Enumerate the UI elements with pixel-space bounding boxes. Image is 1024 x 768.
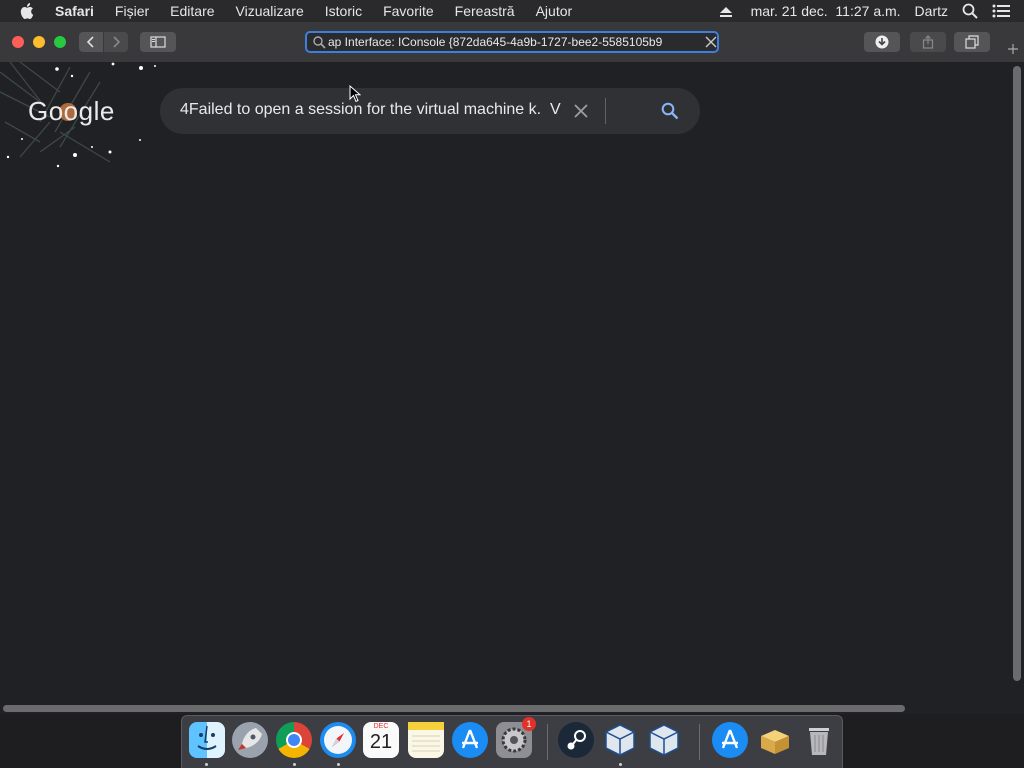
minimize-window-button[interactable] (33, 36, 45, 48)
dock-app-store-utility[interactable] (712, 722, 748, 758)
horizontal-scrollbar[interactable] (0, 702, 1010, 714)
calendar-month: DEC (373, 723, 389, 730)
app-store-icon (461, 729, 479, 749)
search-divider (605, 98, 606, 124)
virtualbox-icon (605, 724, 635, 756)
dock-app-store[interactable] (452, 722, 488, 758)
tabs-overview-button[interactable] (954, 32, 990, 52)
dock-system-preferences[interactable]: 1 (496, 717, 536, 758)
clear-search-icon[interactable] (574, 104, 588, 118)
virtualbox-running-indicator (619, 763, 622, 766)
menu-bar: Safari Fișier Editare Vizualizare Istori… (0, 0, 1024, 22)
back-button[interactable] (79, 32, 103, 52)
menu-clock[interactable]: mar. 21 dec. 11:27 a.m. (751, 3, 901, 19)
dock-launchpad[interactable] (232, 722, 268, 758)
chrome-icon (286, 732, 302, 748)
sidebar-icon (150, 36, 166, 48)
share-icon (922, 35, 934, 49)
address-bar[interactable]: ap Interface: IConsole {872da645-4a9b-17… (305, 31, 719, 53)
menu-view[interactable]: Vizualizare (236, 3, 304, 19)
vertical-scrollbar[interactable] (1010, 62, 1024, 702)
google-logo[interactable]: Google (28, 96, 115, 127)
menu-file[interactable]: Fișier (115, 3, 149, 19)
menu-history[interactable]: Istoric (325, 3, 362, 19)
chevron-left-icon (86, 36, 94, 48)
dock-finder[interactable] (189, 722, 225, 758)
dock-notes[interactable] (408, 722, 444, 758)
menu-window[interactable]: Fereastră (455, 3, 515, 19)
eject-icon[interactable] (719, 5, 733, 17)
dock-trash[interactable] (801, 722, 837, 758)
plus-icon (1008, 44, 1018, 54)
spotlight-icon[interactable] (962, 3, 978, 19)
dock-virtualbox[interactable] (602, 722, 638, 758)
notification-badge: 1 (522, 717, 536, 731)
compass-icon (324, 726, 352, 754)
steam-icon (567, 730, 586, 750)
search-icon (313, 35, 326, 49)
close-window-button[interactable] (12, 36, 24, 48)
clear-url-icon[interactable] (705, 36, 717, 48)
safari-running-indicator (337, 763, 340, 766)
search-box: 4Failed to open a session for the virtua… (160, 88, 700, 134)
dock-separator-2 (699, 724, 700, 760)
dock-chrome[interactable] (276, 722, 312, 758)
address-text[interactable]: ap Interface: IConsole {872da645-4a9b-17… (328, 35, 697, 49)
dock: DEC 21 1 (181, 715, 843, 768)
dock-safari[interactable] (320, 722, 356, 758)
finder-running-indicator (205, 763, 208, 766)
dock-separator (547, 724, 548, 760)
menu-bookmarks[interactable]: Favorite (383, 3, 434, 19)
package-icon (761, 730, 789, 754)
menu-app-name[interactable]: Safari (55, 3, 94, 19)
new-tab-button[interactable] (1002, 38, 1024, 60)
download-icon (875, 35, 889, 49)
dock-steam[interactable] (558, 722, 594, 758)
calendar-day: 21 (369, 731, 393, 753)
chrome-running-indicator (293, 763, 296, 766)
zoom-window-button[interactable] (54, 36, 66, 48)
vertical-scroll-thumb[interactable] (1013, 66, 1021, 681)
web-page-content: Google 4Failed to open a session for the… (0, 62, 1024, 714)
search-submit-icon[interactable] (661, 102, 679, 120)
finder-icon (197, 725, 217, 750)
dock-calendar[interactable]: DEC 21 (363, 722, 399, 758)
app-store-utility-icon (721, 729, 739, 749)
tabs-icon (965, 35, 979, 49)
rocket-icon (238, 728, 262, 750)
dock-virtualbox-manager[interactable] (646, 722, 682, 758)
menu-edit[interactable]: Editare (170, 3, 214, 19)
downloads-button[interactable] (864, 32, 900, 52)
trash-icon (809, 728, 829, 755)
mouse-cursor (349, 85, 361, 103)
notification-center-icon[interactable] (992, 4, 1010, 18)
share-button[interactable] (910, 32, 946, 52)
menu-help[interactable]: Ajutor (536, 3, 573, 19)
virtualbox-manager-icon (649, 724, 679, 756)
dock-installer[interactable] (757, 722, 793, 758)
sidebar-button[interactable] (140, 32, 176, 52)
notes-icon (408, 722, 444, 752)
horizontal-scroll-thumb[interactable] (3, 705, 905, 712)
search-input[interactable]: 4Failed to open a session for the virtua… (180, 101, 561, 119)
menu-user[interactable]: Dartz (915, 3, 948, 19)
apple-icon[interactable] (20, 3, 34, 19)
forward-button[interactable] (104, 32, 128, 52)
chevron-right-icon (113, 36, 121, 48)
